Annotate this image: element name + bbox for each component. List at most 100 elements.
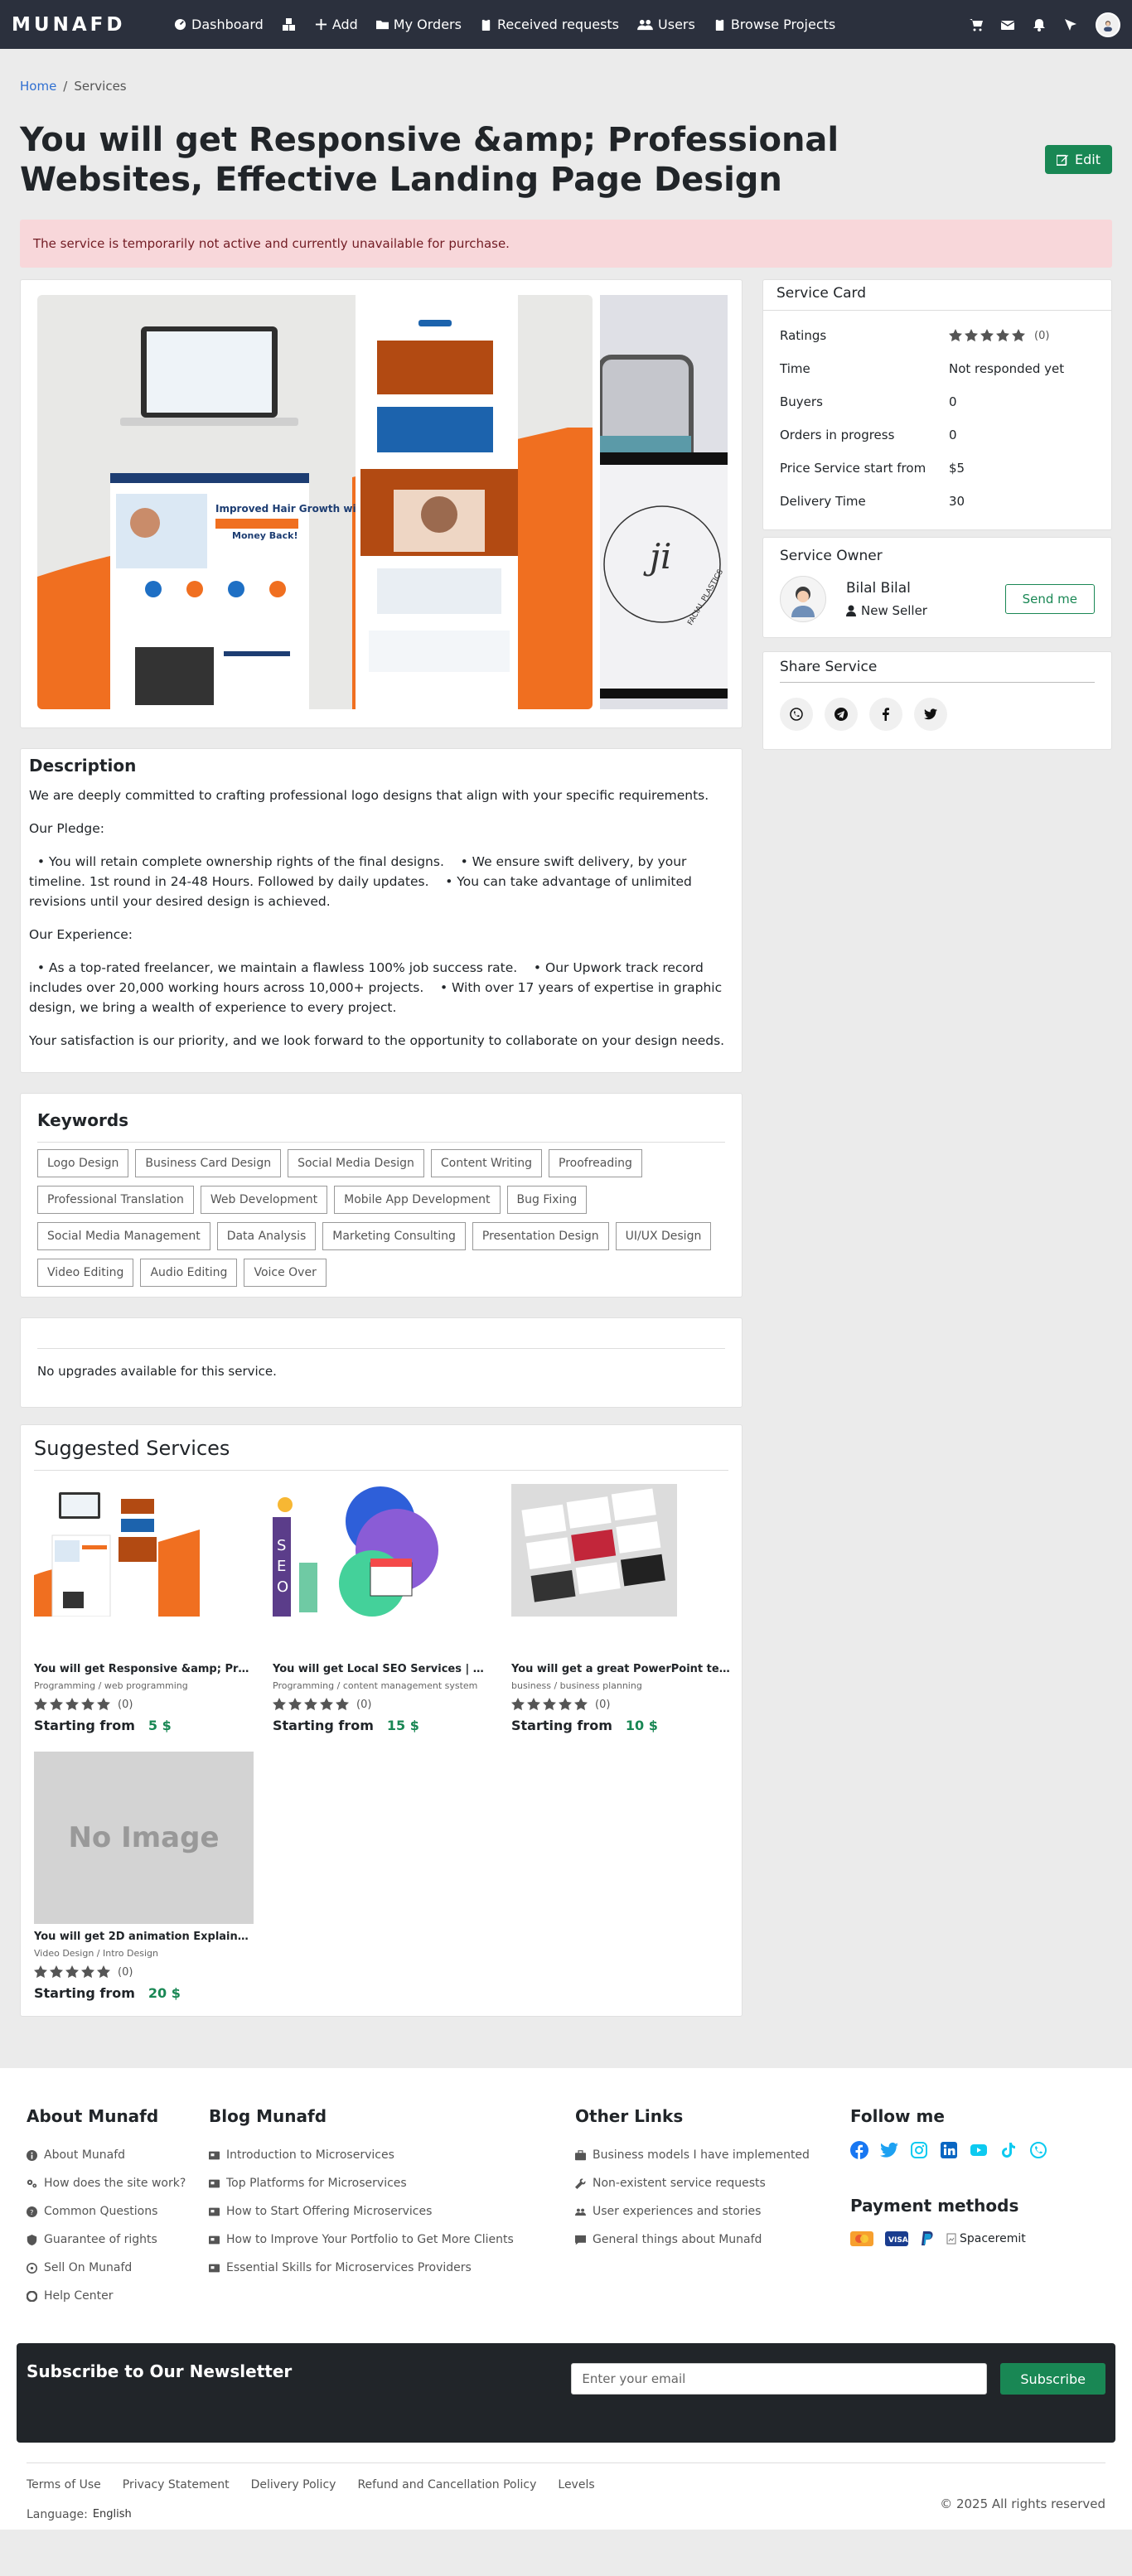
footer-link-guarantee[interactable]: Guarantee of rights	[27, 2226, 209, 2254]
footer-blog-link[interactable]: How to Start Offering Microservices	[209, 2197, 575, 2226]
keyword-tag[interactable]: Mobile App Development	[334, 1186, 501, 1214]
suggested-service-card[interactable]: No Image You will get 2D animation Expla…	[34, 1752, 254, 2001]
keyword-tag[interactable]: Business Card Design	[135, 1149, 282, 1177]
suggested-service-image[interactable]	[511, 1484, 731, 1656]
language-selector[interactable]: Language: English	[27, 2508, 595, 2521]
price-value: 5 $	[148, 1718, 172, 1733]
footer-link-how-it-works[interactable]: How does the site work?	[27, 2169, 209, 2197]
keyword-tag[interactable]: Logo Design	[37, 1149, 129, 1177]
star-icon	[81, 1965, 94, 1979]
keyword-tag[interactable]: Voice Over	[244, 1259, 327, 1287]
keyword-tag[interactable]: Content Writing	[430, 1149, 543, 1177]
sell-icon	[27, 2262, 37, 2274]
keyword-tag[interactable]: UI/UX Design	[615, 1222, 712, 1250]
footer-other-link[interactable]: User experiences and stories	[575, 2197, 850, 2226]
keyword-tag[interactable]: Bug Fixing	[506, 1186, 588, 1214]
nav-add[interactable]: Add	[315, 17, 358, 32]
spaceremit-image: Spaceremit	[946, 2232, 1026, 2245]
footer-blog-link[interactable]: Essential Skills for Microservices Provi…	[209, 2254, 575, 2282]
suggested-service-card[interactable]: S E O You will get Local SEO Services | …	[273, 1484, 492, 1733]
star-icon	[996, 329, 1009, 342]
twitter-icon[interactable]	[880, 2141, 898, 2159]
suggested-service-title[interactable]: You will get 2D animation Explainer Illu…	[34, 1931, 254, 1943]
owner-avatar[interactable]	[780, 576, 826, 622]
footer-link-label: How to Improve Your Portfolio to Get Mor…	[226, 2233, 514, 2246]
footer-blog-link[interactable]: Introduction to Microservices	[209, 2141, 575, 2169]
keyword-tag[interactable]: Presentation Design	[472, 1222, 609, 1250]
envelope-icon[interactable]	[1001, 18, 1014, 31]
send-message-button[interactable]: Send me	[1004, 584, 1095, 614]
keyword-tag[interactable]: Marketing Consulting	[322, 1222, 466, 1250]
footer-link-help[interactable]: Help Center	[27, 2282, 209, 2310]
youtube-icon[interactable]	[970, 2141, 988, 2159]
suggested-service-image[interactable]: No Image	[34, 1752, 254, 1924]
linkedin-icon[interactable]	[940, 2141, 958, 2159]
paypal-icon	[922, 2231, 933, 2245]
nav-users[interactable]: Users	[637, 17, 695, 32]
footer-blog-link[interactable]: Top Platforms for Microservices	[209, 2169, 575, 2197]
suggested-service-category: business / business planning	[511, 1680, 642, 1691]
keyword-tag[interactable]: Video Editing	[37, 1259, 134, 1287]
privacy-link[interactable]: Privacy Statement	[123, 2478, 230, 2491]
keyword-tag[interactable]: Data Analysis	[216, 1222, 317, 1250]
keyword-tag[interactable]: Social Media Design	[288, 1149, 424, 1177]
gallery-thumbnail[interactable]: ji FACIAL PLASTICS	[600, 295, 728, 709]
owner-name[interactable]: Bilal Bilal	[846, 580, 1005, 597]
suggested-service-image[interactable]	[34, 1484, 254, 1656]
user-avatar[interactable]	[1096, 12, 1120, 37]
edit-button[interactable]: Edit	[1045, 145, 1112, 174]
nav-browse-projects[interactable]: Browse Projects	[714, 17, 835, 32]
footer-other-link[interactable]: General things about Munafd	[575, 2226, 850, 2254]
star-icon	[34, 1698, 47, 1711]
upgrades-section: No upgrades available for this service.	[20, 1317, 743, 1408]
footer-link-about[interactable]: About Munafd	[27, 2141, 209, 2169]
keyword-tag[interactable]: Proofreading	[549, 1149, 642, 1177]
footer-blog-link[interactable]: How to Improve Your Portfolio to Get Mor…	[209, 2226, 575, 2254]
keyword-tag[interactable]: Web Development	[200, 1186, 328, 1214]
breadcrumb-home[interactable]: Home	[20, 79, 56, 94]
suggested-service-card[interactable]: You will get a great PowerPoint template…	[511, 1484, 731, 1733]
bell-icon[interactable]	[1033, 18, 1046, 31]
whatsapp-icon[interactable]	[1029, 2141, 1047, 2159]
suggested-service-image[interactable]: S E O	[273, 1484, 492, 1656]
suggested-service-title[interactable]: You will get a great PowerPoint template…	[511, 1663, 731, 1675]
nav-services[interactable]	[282, 17, 297, 31]
tiktok-icon[interactable]	[999, 2141, 1018, 2159]
nav-dashboard[interactable]: Dashboard	[174, 17, 264, 32]
suggested-service-title[interactable]: You will get Local SEO Services | Google…	[273, 1663, 492, 1675]
share-facebook-button[interactable]	[869, 698, 902, 731]
footer-other-link[interactable]: Non-existent service requests	[575, 2169, 850, 2197]
nav-received-requests[interactable]: Received requests	[480, 17, 619, 32]
footer-link-sell[interactable]: Sell On Munafd	[27, 2254, 209, 2282]
nav-menu: Dashboard Add My Orders Received request…	[174, 17, 970, 32]
clipboard-icon	[481, 18, 491, 31]
share-whatsapp-button[interactable]	[780, 698, 813, 731]
keyword-tag[interactable]: Professional Translation	[37, 1186, 194, 1214]
instagram-icon[interactable]	[910, 2141, 928, 2159]
service-gallery[interactable]: Improved Hair Growth with Money Back! ji…	[20, 279, 743, 728]
facebook-icon[interactable]	[850, 2141, 868, 2159]
cart-icon[interactable]	[970, 18, 983, 31]
refund-policy-link[interactable]: Refund and Cancellation Policy	[357, 2478, 536, 2491]
suggested-service-card[interactable]: You will get Responsive &amp; Profession…	[34, 1484, 254, 1733]
delivery-policy-link[interactable]: Delivery Policy	[251, 2478, 336, 2491]
star-icon	[50, 1698, 63, 1711]
top-navbar: MUNAFD Dashboard Add My Orders Received …	[0, 0, 1132, 49]
nav-my-orders[interactable]: My Orders	[375, 17, 462, 32]
terms-link[interactable]: Terms of Use	[27, 2478, 101, 2491]
share-twitter-button[interactable]	[914, 698, 947, 731]
gallery-main-image[interactable]: Improved Hair Growth with Money Back!	[37, 295, 593, 709]
levels-link[interactable]: Levels	[558, 2478, 594, 2491]
keyword-tag[interactable]: Social Media Management	[37, 1222, 210, 1250]
footer-other-link[interactable]: Business models I have implemented	[575, 2141, 850, 2169]
site-logo[interactable]: MUNAFD	[12, 14, 174, 36]
subscribe-button[interactable]: Subscribe	[1000, 2363, 1105, 2395]
newsletter-email-input[interactable]: Enter your email	[571, 2363, 988, 2395]
suggested-service-title[interactable]: You will get Responsive &amp; Profession…	[34, 1663, 254, 1675]
delivery-value: 30	[949, 494, 965, 509]
share-telegram-button[interactable]	[825, 698, 858, 731]
footer-link-label: How does the site work?	[44, 2177, 186, 2190]
footer-link-questions[interactable]: ? Common Questions	[27, 2197, 209, 2226]
cursor-icon[interactable]	[1064, 18, 1077, 31]
keyword-tag[interactable]: Audio Editing	[140, 1259, 238, 1287]
